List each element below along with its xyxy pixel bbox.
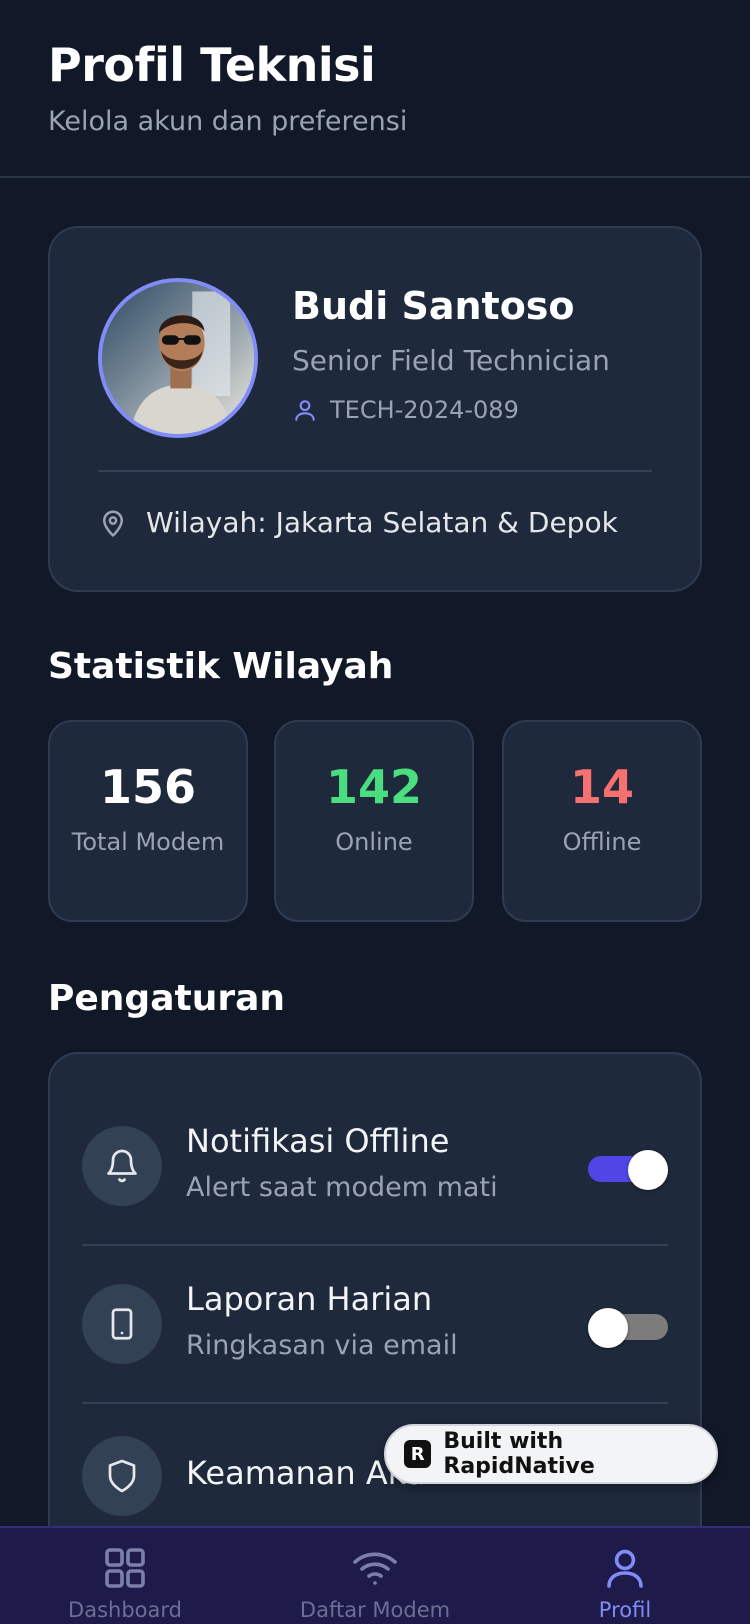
user-icon [607, 1549, 643, 1588]
setting-daily-report[interactable]: Laporan Harian Ringkasan via email [82, 1264, 668, 1384]
wifi-icon [353, 1552, 397, 1585]
built-with-badge[interactable]: R Built with RapidNative [384, 1424, 718, 1484]
divider [82, 1244, 668, 1246]
setting-subtitle: Ringkasan via email [186, 1330, 458, 1361]
profile-card: Budi Santoso Senior Field Technician TEC… [48, 226, 702, 592]
setting-offline-notification[interactable]: Notifikasi Offline Alert saat modem mati [82, 1106, 668, 1226]
stat-value: 156 [99, 760, 197, 814]
rapidnative-logo-icon: R [404, 1440, 432, 1468]
profile-tech-id: TECH-2024-089 [292, 396, 519, 424]
stat-value: 142 [325, 760, 423, 814]
daily-report-toggle[interactable] [588, 1306, 668, 1348]
profile-role: Senior Field Technician [292, 344, 610, 377]
setting-subtitle: Alert saat modem mati [186, 1172, 498, 1203]
stat-total-modem[interactable]: 156 Total Modem [48, 720, 248, 922]
toggle-knob [588, 1308, 628, 1348]
avatar[interactable] [98, 278, 258, 438]
nav-item-profil[interactable]: Profil [500, 1528, 750, 1624]
phone-icon [82, 1284, 162, 1364]
region-text: Wilayah: Jakarta Selatan & Depok [146, 506, 618, 539]
badge-text: Built with RapidNative [443, 1429, 595, 1479]
nav-item-dashboard[interactable]: Dashboard [0, 1528, 250, 1624]
page-subtitle: Kelola akun dan preferensi [48, 106, 408, 137]
user-icon [295, 400, 315, 421]
bottom-navigation: Dashboard Daftar Modem Profil [0, 1526, 750, 1624]
grid-icon [105, 1548, 145, 1588]
stat-offline[interactable]: 14 Offline [502, 720, 702, 922]
stat-label: Online [335, 828, 413, 856]
settings-section-title: Pengaturan [48, 978, 286, 1019]
divider [82, 1402, 668, 1404]
nav-label: Dashboard [68, 1598, 182, 1622]
tech-id-text: TECH-2024-089 [330, 396, 519, 424]
shield-icon [82, 1436, 162, 1516]
divider [98, 470, 652, 472]
setting-title: Notifikasi Offline [186, 1122, 450, 1160]
avatar-photo [102, 282, 254, 434]
stat-label: Offline [562, 828, 642, 856]
setting-title: Laporan Harian [186, 1280, 433, 1318]
profile-name: Budi Santoso [292, 284, 575, 328]
profile-region: Wilayah: Jakarta Selatan & Depok [98, 506, 618, 539]
stat-value: 14 [569, 760, 634, 814]
page-header: Profil Teknisi Kelola akun dan preferens… [0, 0, 750, 178]
page-title: Profil Teknisi [48, 38, 376, 92]
stat-online[interactable]: 142 Online [274, 720, 474, 922]
offline-notification-toggle[interactable] [588, 1148, 668, 1190]
nav-label: Daftar Modem [299, 1598, 451, 1622]
nav-label: Profil [598, 1598, 652, 1622]
stat-label: Total Modem [71, 828, 225, 856]
profile-screen: Profil Teknisi Kelola akun dan preferens… [0, 0, 750, 1624]
stats-section-title: Statistik Wilayah [48, 646, 394, 687]
map-pin-icon [103, 510, 123, 537]
nav-item-daftar-modem[interactable]: Daftar Modem [250, 1528, 500, 1624]
toggle-knob [628, 1150, 668, 1190]
bell-icon [82, 1126, 162, 1206]
